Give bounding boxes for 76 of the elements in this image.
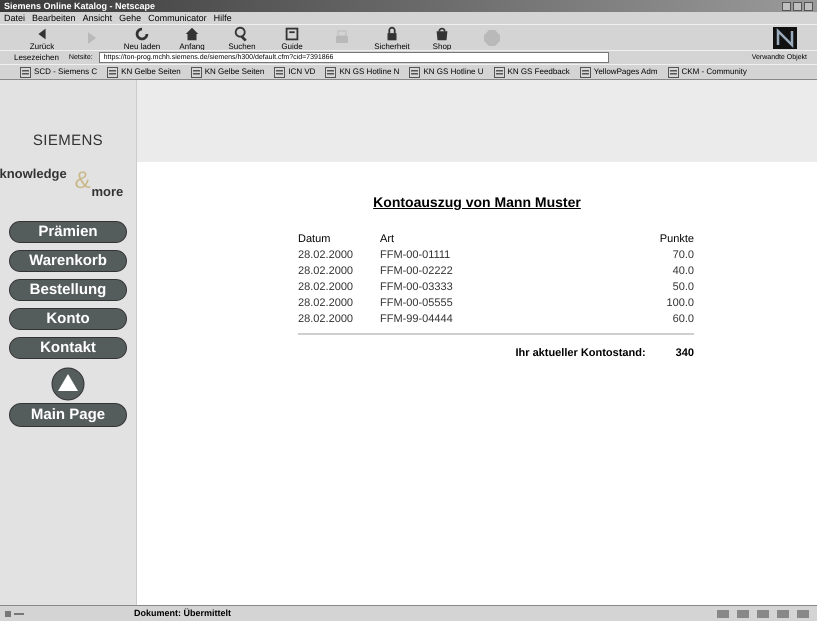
bookmarks-button[interactable]: Lesezeichen (10, 54, 63, 62)
bookmark-icon (274, 66, 286, 78)
bookmark-button[interactable]: KN Gelbe Seiten (190, 66, 264, 78)
component-icon[interactable] (777, 610, 789, 618)
bookmark-button[interactable]: KN Gelbe Seiten (107, 66, 181, 78)
logo-word: knowledge (0, 166, 67, 180)
menu-item[interactable]: Bearbeiten (32, 14, 76, 22)
table-cell-text: 28.02.2000 (298, 312, 354, 327)
column-header: Datum (298, 232, 332, 247)
toolbar-button[interactable]: Shop (420, 24, 464, 50)
table-cell-text: 60.0 (672, 312, 694, 327)
component-icon[interactable] (757, 610, 769, 618)
bookmark-icon (580, 66, 591, 78)
toolbar-button[interactable]: Guide (270, 24, 314, 50)
main-page-button[interactable]: Main Page (9, 402, 127, 426)
toolbar-button[interactable]: Zurück (20, 24, 64, 50)
menu-item[interactable]: Datei (4, 14, 26, 22)
bookmark-button[interactable]: KN GS Hotline U (409, 66, 484, 78)
toolbar-button[interactable]: Sicherheit (370, 24, 414, 50)
nav-button[interactable]: Prämien (9, 220, 127, 242)
maximize-icon[interactable] (793, 2, 802, 10)
table-cell-text: 40.0 (672, 264, 694, 279)
bookmark-icon (107, 66, 118, 78)
window-title: Siemens Online Katalog - Netscape (4, 2, 156, 10)
toolbar-button[interactable]: Neu laden (120, 24, 164, 50)
stop-icon (482, 28, 502, 48)
bookmark-button[interactable]: ICN VD (274, 66, 316, 78)
nav-button[interactable]: Konto (9, 308, 127, 330)
menu-item[interactable]: Hilfe (214, 14, 232, 22)
bookmark-button[interactable]: CKM - Community (668, 66, 747, 78)
brand-logo: SIEMENS (32, 131, 104, 151)
nav-button[interactable]: Kontakt (9, 336, 127, 358)
balance-label: Ihr aktueller Kontostand: (515, 346, 646, 361)
bookmark-icon (325, 66, 336, 78)
balance-value: 340 (676, 346, 694, 361)
table-cell-text: FFM-99-04444 (380, 312, 454, 327)
nav-button[interactable]: Warenkorb (9, 250, 127, 272)
bookmark-icon (494, 66, 504, 78)
toolbar-button[interactable]: Anfang (170, 24, 214, 50)
minimize-icon[interactable] (782, 2, 791, 10)
component-icon[interactable] (797, 610, 809, 618)
logo-word: more (92, 184, 124, 198)
nav-button[interactable]: Bestellung (9, 278, 127, 300)
bookmark-button[interactable]: KN GS Feedback (494, 66, 570, 78)
menu-item[interactable]: Ansicht (82, 14, 112, 22)
table-cell-text: FFM-00-05555 (380, 296, 454, 311)
close-icon[interactable] (804, 2, 813, 10)
table-cell-text: 28.02.2000 (298, 296, 354, 311)
menu-item[interactable]: Communicator (148, 14, 207, 22)
status-text: Dokument: Übermittelt (134, 609, 232, 618)
toolbar-button[interactable]: Suchen (220, 24, 264, 50)
bookmark-icon (20, 66, 31, 78)
table-cell-text: FFM-00-03333 (380, 280, 454, 295)
table-cell-text: 28.02.2000 (298, 280, 354, 295)
table-cell-text: FFM-00-01111 (380, 248, 452, 263)
column-header: Art (380, 232, 396, 247)
logo-ampersand: & (74, 168, 91, 192)
table-cell-text: 50.0 (672, 280, 694, 295)
bookmark-icon (668, 66, 678, 78)
component-icon[interactable] (737, 610, 749, 618)
netscape-logo (773, 26, 797, 48)
bookmark-button[interactable]: KN GS Hotline N (325, 66, 400, 78)
bookmark-icon (190, 66, 202, 78)
security-icon (4, 608, 26, 618)
statement-title: Kontoauszug von Mann Muster (373, 193, 581, 212)
table-cell-text: 28.02.2000 (298, 248, 354, 263)
column-header: Punkte (660, 232, 694, 247)
table-cell-text: FFM-00-02222 (380, 264, 454, 279)
table-cell-text: 70.0 (672, 248, 694, 263)
table-cell-text: 28.02.2000 (298, 264, 354, 279)
menu-item[interactable]: Gehe (119, 14, 142, 22)
bookmark-icon (409, 66, 420, 78)
bookmark-button[interactable]: YellowPages Adm (580, 66, 658, 78)
table-cell-text: 100.0 (666, 296, 694, 311)
bookmark-button[interactable]: SCD - Siemens C (20, 66, 98, 78)
component-icon[interactable] (717, 610, 729, 618)
